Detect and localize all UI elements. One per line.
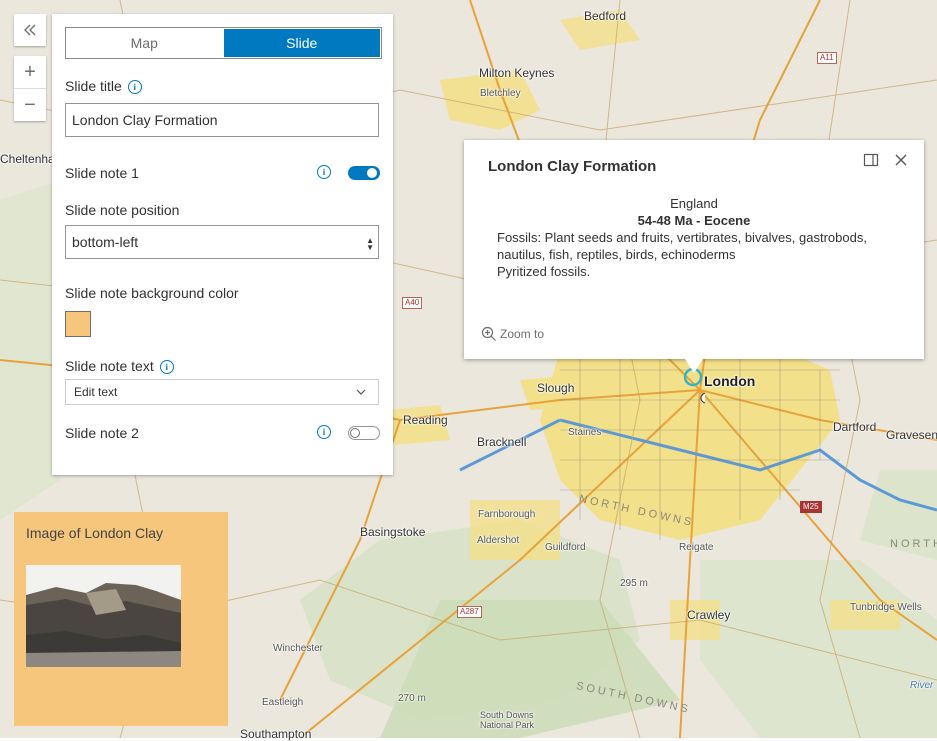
tab-slide[interactable]: Slide xyxy=(223,29,380,57)
slide-title-label-row: Slide title i xyxy=(65,78,142,95)
popup-content: England 54-48 Ma - Eocene Fossils: Plant… xyxy=(497,195,907,280)
info-icon[interactable]: i xyxy=(127,80,142,95)
popup-line-age: 54-48 Ma - Eocene xyxy=(637,213,751,228)
place-south-downs-np: South Downs National Park xyxy=(480,710,535,730)
place-reading: Reading xyxy=(403,413,448,427)
note-position-value: bottom-left xyxy=(72,234,139,250)
place-guildford: Guildford xyxy=(545,542,586,553)
road-a40: A40 xyxy=(402,297,423,309)
place-winchester: Winchester xyxy=(273,643,324,654)
info-icon[interactable]: i xyxy=(159,360,174,375)
place-cheltenham: Cheltenha xyxy=(0,152,55,166)
slide-note-text: Image of London Clay xyxy=(26,525,163,541)
place-slough: Slough xyxy=(537,381,575,395)
note-position-label: Slide note position xyxy=(65,202,180,218)
slide-settings-panel: Map Slide Slide title i London Clay Forma… xyxy=(52,14,393,475)
place-reigate: Reigate xyxy=(679,542,714,553)
elevation-295: 295 m xyxy=(620,578,648,589)
place-eastleigh: Eastleigh xyxy=(262,697,304,708)
tab-map[interactable]: Map xyxy=(66,28,223,58)
zoom-to-action[interactable]: Zoom to xyxy=(481,326,544,342)
chevron-down-icon xyxy=(356,389,366,395)
dock-icon[interactable] xyxy=(863,152,879,168)
slide-note: Image of London Clay xyxy=(14,512,228,726)
place-aldershot: Aldershot xyxy=(477,535,520,546)
zoom-to-icon xyxy=(481,326,496,341)
select-arrows-icon: ▲ ▼ xyxy=(366,236,374,252)
place-milton-keynes: Milton Keynes xyxy=(479,66,555,80)
region-north: NORTH xyxy=(890,538,937,550)
close-icon[interactable] xyxy=(893,152,909,168)
place-tunbridge-wells: Tunbridge Wells xyxy=(850,602,922,613)
place-dartford: Dartford xyxy=(833,420,877,434)
note-bg-color-swatch[interactable] xyxy=(65,311,91,337)
place-river: River xyxy=(910,680,934,691)
map-controls: + − xyxy=(14,14,46,121)
place-farnborough: Farnborough xyxy=(478,509,536,520)
zoom-in-button[interactable]: + xyxy=(14,56,46,88)
elevation-270: 270 m xyxy=(398,693,426,704)
slide-note-2-label: Slide note 2 xyxy=(65,425,139,441)
road-a11: A11 xyxy=(817,52,837,64)
place-staines: Staines xyxy=(568,427,602,438)
place-bedford: Bedford xyxy=(584,9,627,23)
london-clay-photo xyxy=(26,565,181,667)
zoom-out-button[interactable]: − xyxy=(14,88,46,121)
toggle-knob xyxy=(350,428,360,438)
note-text-label-row: Slide note text i xyxy=(65,358,174,375)
popup-line-fossils: Fossils: Plant seeds and fruits, vertibr… xyxy=(497,230,867,262)
collapse-panel-button[interactable] xyxy=(14,14,46,46)
popup-line-pyritized: Pyritized fossils. xyxy=(497,264,591,279)
place-gravesend: Gravesen xyxy=(886,428,937,442)
slide-note-2-toggle[interactable] xyxy=(348,426,380,440)
double-chevron-left-icon xyxy=(24,24,36,36)
zoom-group: + − xyxy=(14,56,46,121)
info-icon[interactable]: i xyxy=(317,165,331,179)
zoom-to-label: Zoom to xyxy=(500,327,545,341)
popup-line-region: England xyxy=(670,196,718,211)
toggle-knob xyxy=(367,168,377,178)
place-bracknell: Bracknell xyxy=(477,435,527,449)
note-bg-label: Slide note background color xyxy=(65,285,239,301)
slide-title-label: Slide title xyxy=(65,78,122,94)
place-southampton: Southampton xyxy=(240,727,312,741)
place-bletchley: Bletchley xyxy=(480,88,521,99)
map-slide-segmented-control: Map Slide xyxy=(65,27,382,59)
slide-title-input[interactable]: London Clay Formation xyxy=(65,103,379,137)
info-icon[interactable]: i xyxy=(317,425,331,439)
slide-note-1-label: Slide note 1 xyxy=(65,165,139,181)
edit-text-label: Edit text xyxy=(74,385,118,399)
note-text-label: Slide note text xyxy=(65,358,154,374)
plus-icon: + xyxy=(24,60,36,83)
road-a287: A287 xyxy=(457,606,482,618)
place-crawley: Crawley xyxy=(687,608,731,622)
popup-title: London Clay Formation xyxy=(488,158,657,175)
feature-popup: London Clay Formation England 54-48 Ma -… xyxy=(464,140,924,373)
popup-pointer xyxy=(685,359,703,373)
minus-icon: − xyxy=(24,93,36,116)
place-basingstoke: Basingstoke xyxy=(360,525,426,539)
note-position-select[interactable]: bottom-left ▲ ▼ xyxy=(65,225,379,259)
edit-text-dropdown[interactable]: Edit text xyxy=(65,379,379,405)
slide-note-1-toggle[interactable] xyxy=(348,166,380,180)
place-london: London xyxy=(704,373,756,389)
road-m25: M25 xyxy=(800,501,822,513)
